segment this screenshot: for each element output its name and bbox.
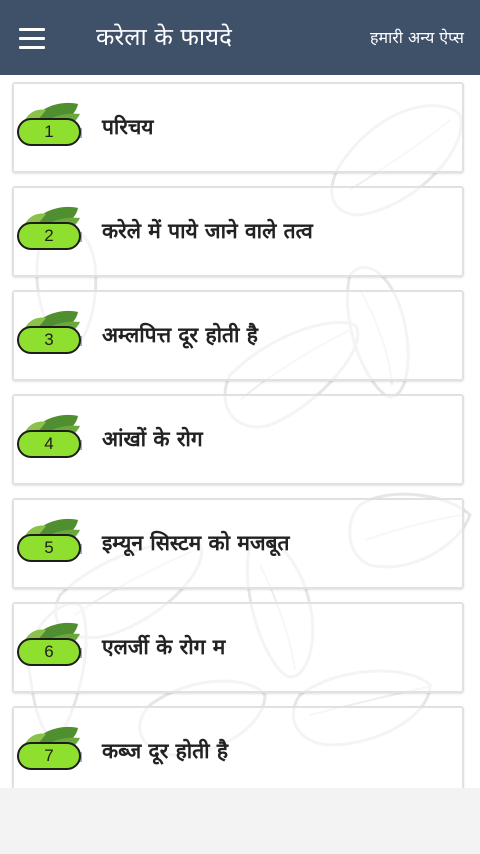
list-item-4[interactable]: 4 आंखों के रोग [12,394,464,485]
item-number-badge: 3 [17,326,81,354]
item-number-badge: 7 [17,742,81,770]
item-number-badge: 4 [17,430,81,458]
list-item-label: करेले में पाये जाने वाले तत्व [102,219,313,243]
app-title: करेला के फायदे [96,23,232,51]
list-item-3[interactable]: 3 अम्लपित्त दूर होती है [12,290,464,381]
topics-list: 1 परिचय 2 करेले में पाये जाने वाले तत्व [0,75,480,788]
list-item-7[interactable]: 7 कब्ज दूर होती है [12,706,464,788]
other-apps-link[interactable]: हमारी अन्य ऐप्स [370,0,464,75]
list-item-label: इम्यून सिस्टम को मजबूत [102,531,290,555]
bottom-blank-area [0,788,480,854]
app-screen: करेला के फायदे हमारी अन्य ऐप्स 1 परिचय 2… [0,0,480,854]
list-item-1[interactable]: 1 परिचय [12,82,464,173]
hamburger-menu-icon[interactable] [10,16,54,60]
list-item-6[interactable]: 6 एलर्जी के रोग म [12,602,464,693]
item-number-badge: 1 [17,118,81,146]
list-item-label: अम्लपित्त दूर होती है [102,323,258,347]
app-toolbar: करेला के फायदे हमारी अन्य ऐप्स [0,0,480,75]
list-item-label: एलर्जी के रोग म [102,635,226,659]
list-item-label: परिचय [102,115,154,139]
list-item-label: कब्ज दूर होती है [102,739,229,763]
list-item-2[interactable]: 2 करेले में पाये जाने वाले तत्व [12,186,464,277]
item-number-badge: 5 [17,534,81,562]
content-area[interactable]: 1 परिचय 2 करेले में पाये जाने वाले तत्व [0,75,480,788]
list-item-5[interactable]: 5 इम्यून सिस्टम को मजबूत [12,498,464,589]
item-number-badge: 2 [17,222,81,250]
item-number-badge: 6 [17,638,81,666]
list-item-label: आंखों के रोग [102,427,203,451]
